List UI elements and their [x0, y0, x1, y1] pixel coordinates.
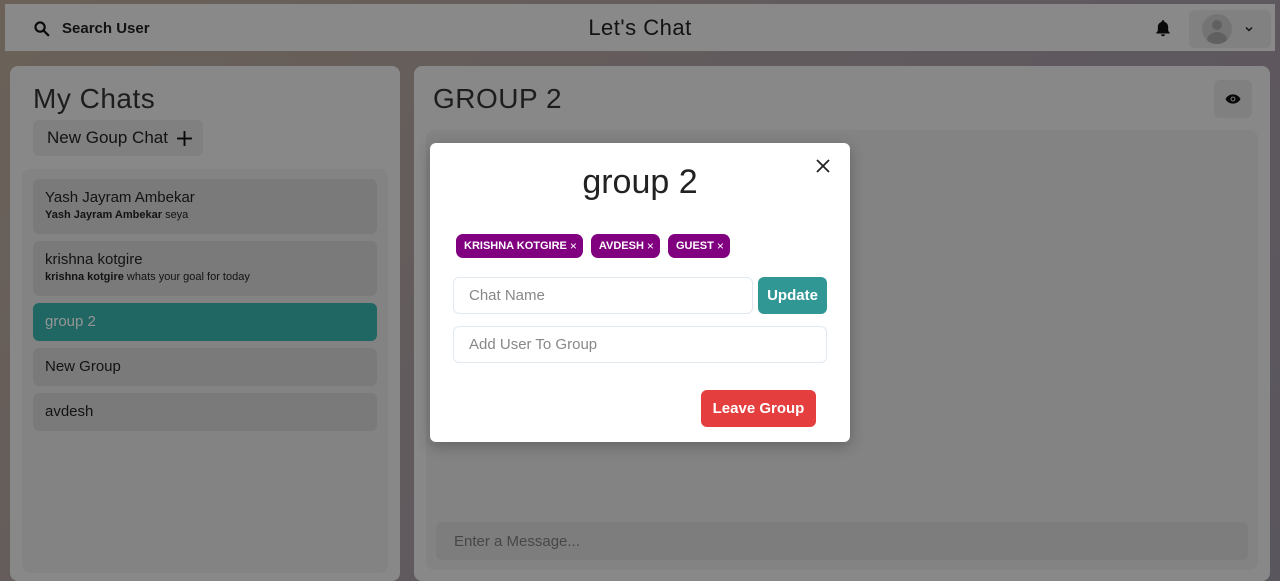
- update-button[interactable]: Update: [758, 277, 827, 314]
- update-group-modal: group 2 KRISHNA KOTGIRE × AVDESH × GUEST…: [430, 143, 850, 442]
- leave-group-button[interactable]: Leave Group: [701, 390, 816, 427]
- member-badge-label: AVDESH: [598, 240, 644, 252]
- member-badge-label: KRISHNA KOTGIRE: [464, 240, 567, 252]
- remove-member-icon[interactable]: ×: [717, 239, 724, 253]
- add-user-input[interactable]: [453, 326, 827, 363]
- remove-member-icon[interactable]: ×: [647, 239, 654, 253]
- modal-title: group 2: [582, 163, 698, 201]
- remove-member-icon[interactable]: ×: [570, 239, 577, 253]
- close-icon[interactable]: [814, 157, 832, 175]
- member-badge-krishna-kotgire[interactable]: KRISHNA KOTGIRE ×: [456, 234, 583, 258]
- chat-name-input[interactable]: [453, 277, 753, 314]
- member-badge-guest[interactable]: GUEST ×: [667, 234, 730, 258]
- group-members: KRISHNA KOTGIRE × AVDESH × GUEST ×: [456, 234, 730, 258]
- member-badge-label: GUEST: [675, 240, 714, 252]
- member-badge-avdesh[interactable]: AVDESH ×: [590, 234, 660, 258]
